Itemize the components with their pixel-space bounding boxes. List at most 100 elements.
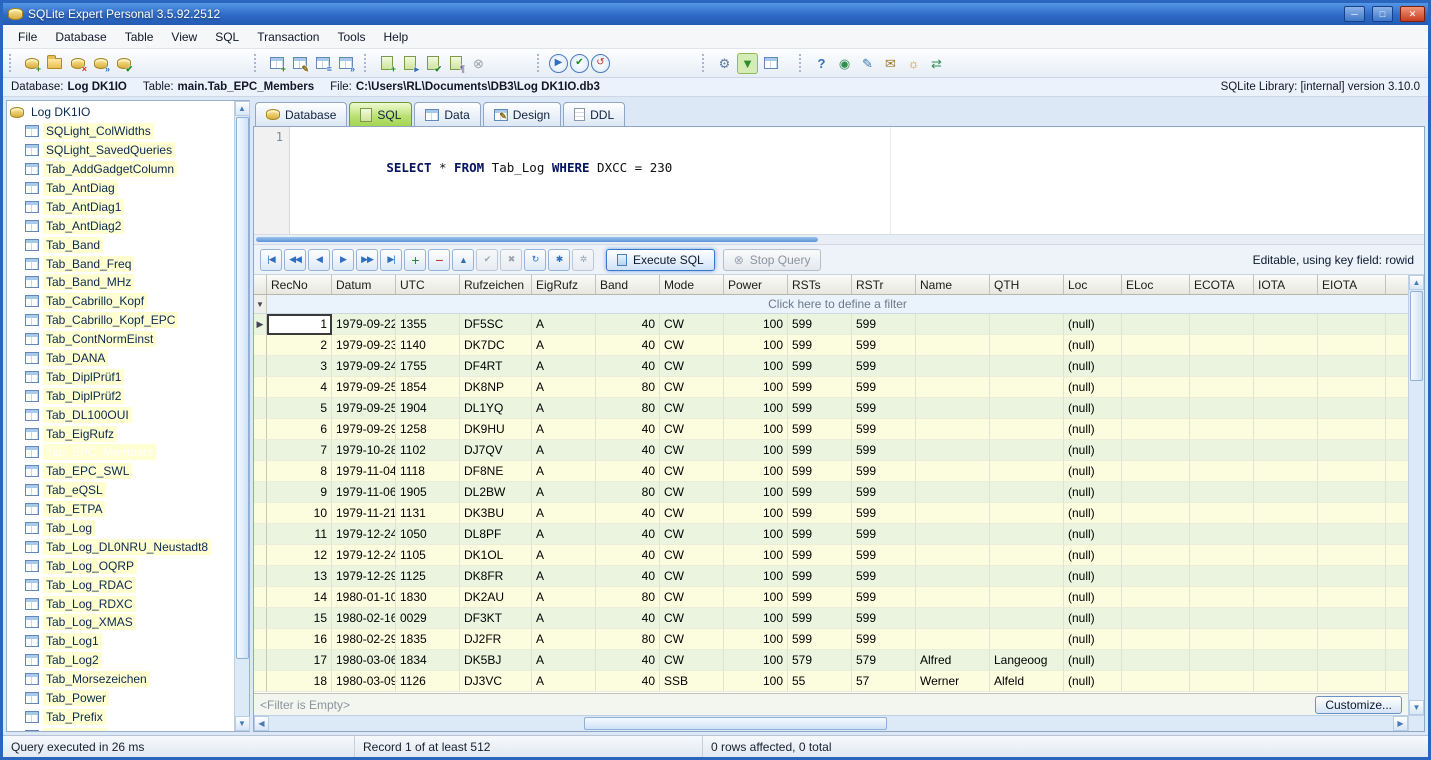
cell-rstr[interactable]: 599 [852,587,916,608]
cell-iota[interactable] [1254,503,1318,524]
cell-eloc[interactable] [1122,650,1190,671]
tree-item[interactable]: SQLight_SavedQueries [10,141,234,160]
cell-loc[interactable]: (null) [1064,650,1122,671]
cell-rsts[interactable]: 599 [788,629,852,650]
cell-band[interactable]: 40 [596,314,660,335]
cell-band[interactable]: 80 [596,377,660,398]
cell-utc[interactable]: 1118 [396,461,460,482]
table-row[interactable]: 171980-03-061834DK5BJA40CW100579579Alfre… [254,650,1408,671]
menu-transaction[interactable]: Transaction [248,27,328,47]
cell-loc[interactable]: (null) [1064,524,1122,545]
cell-iota[interactable] [1254,587,1318,608]
tree-item[interactable]: Tab_AntDiag [10,179,234,198]
cell-datum[interactable]: 1979-11-06 [332,482,396,503]
tab-design[interactable]: ✎Design [483,102,561,126]
cell-eloc[interactable] [1122,545,1190,566]
filter-row[interactable]: ▼ Click here to define a filter [254,295,1408,314]
tab-database[interactable]: Database [255,102,347,126]
tree-item[interactable]: Tab_ETPA [10,500,234,519]
cell-power[interactable]: 100 [724,671,788,692]
cell-rufzeichen[interactable]: DL8PF [460,524,532,545]
cell-loc[interactable]: (null) [1064,629,1122,650]
tree-item[interactable]: Tab_Log_DL0NRU_Neustadt8 [10,537,234,556]
cell-power[interactable]: 100 [724,545,788,566]
cell-rsts[interactable]: 599 [788,482,852,503]
cell-name[interactable] [916,356,990,377]
cell-rufzeichen[interactable]: DK8FR [460,566,532,587]
cell-utc[interactable]: 1258 [396,419,460,440]
cell-qth[interactable] [990,587,1064,608]
cell-iota[interactable] [1254,650,1318,671]
cell-rsts[interactable]: 579 [788,650,852,671]
menu-view[interactable]: View [162,27,206,47]
cell-datum[interactable]: 1979-11-04 [332,461,396,482]
cell-ecota[interactable] [1190,440,1254,461]
table-row[interactable]: 61979-09-291258DK9HUA40CW100599599(null) [254,419,1408,440]
column-header-datum[interactable]: Datum [332,275,396,294]
tree-item[interactable]: Tab_Log_OQRP [10,556,234,575]
cell-rstr[interactable]: 599 [852,377,916,398]
cell-mode[interactable]: CW [660,461,724,482]
column-header-name[interactable]: Name [916,275,990,294]
cell-utc[interactable]: 1830 [396,587,460,608]
cell-band[interactable]: 40 [596,335,660,356]
cell-band[interactable]: 80 [596,482,660,503]
cell-rstr[interactable]: 599 [852,629,916,650]
cell-name[interactable] [916,461,990,482]
cell-rufzeichen[interactable]: DJ7QV [460,440,532,461]
cell-name[interactable] [916,377,990,398]
table-row[interactable]: 121979-12-241105DK1OLA40CW100599599(null… [254,545,1408,566]
cell-eloc[interactable] [1122,356,1190,377]
tree-scrollbar[interactable]: ▲ ▼ [234,101,249,731]
cell-loc[interactable]: (null) [1064,608,1122,629]
cell-datum[interactable]: 1980-03-06 [332,650,396,671]
help-icon[interactable]: ? [811,53,832,74]
table-row[interactable]: 181980-03-091126DJ3VCA40SSB1005557Werner… [254,671,1408,692]
cell-eloc[interactable] [1122,314,1190,335]
filter-prompt[interactable]: Click here to define a filter [267,295,1408,313]
cell-power[interactable]: 100 [724,482,788,503]
cell-qth[interactable]: Alfeld [990,671,1064,692]
cell-name[interactable] [916,524,990,545]
cell-datum[interactable]: 1979-10-28 [332,440,396,461]
cell-band[interactable]: 40 [596,650,660,671]
cell-eloc[interactable] [1122,461,1190,482]
cell-rufzeichen[interactable]: DK9HU [460,419,532,440]
web-homepage-icon[interactable]: ◉ [834,53,855,74]
cell-rstr[interactable]: 599 [852,398,916,419]
cell-qth[interactable] [990,524,1064,545]
cell-rstr[interactable]: 599 [852,503,916,524]
cell-power[interactable]: 100 [724,377,788,398]
cell-rstr[interactable]: 599 [852,356,916,377]
cell-mode[interactable]: CW [660,440,724,461]
column-header-qth[interactable]: QTH [990,275,1064,294]
cell-loc[interactable]: (null) [1064,377,1122,398]
cell-eiota[interactable] [1318,356,1386,377]
edit-record-button[interactable]: ▲ [452,249,474,271]
cell-rstr[interactable]: 57 [852,671,916,692]
column-header-band[interactable]: Band [596,275,660,294]
cell-iota[interactable] [1254,608,1318,629]
cell-eloc[interactable] [1122,608,1190,629]
cell-power[interactable]: 100 [724,587,788,608]
cell-mode[interactable]: CW [660,356,724,377]
tree-item[interactable]: Tab_Log [10,519,234,538]
cell-eigrufz[interactable]: A [532,524,596,545]
cell-mode[interactable]: CW [660,524,724,545]
cell-loc[interactable]: (null) [1064,566,1122,587]
column-header-rstr[interactable]: RSTr [852,275,916,294]
next-record-button[interactable]: ▶ [332,249,354,271]
cell-ecota[interactable] [1190,419,1254,440]
cell-ecota[interactable] [1190,398,1254,419]
cell-recno[interactable]: 14 [267,587,332,608]
cell-eiota[interactable] [1318,524,1386,545]
cell-ecota[interactable] [1190,377,1254,398]
cell-recno[interactable]: 18 [267,671,332,692]
tree-item[interactable]: Tab_EigRufz [10,424,234,443]
view-table-data-icon[interactable]: ≡ [312,53,333,74]
cell-name[interactable]: Werner [916,671,990,692]
grid-hscroll-thumb[interactable] [584,717,887,730]
cell-qth[interactable]: Langeoog [990,650,1064,671]
cell-qth[interactable] [990,398,1064,419]
tree-scroll-thumb[interactable] [236,117,249,659]
